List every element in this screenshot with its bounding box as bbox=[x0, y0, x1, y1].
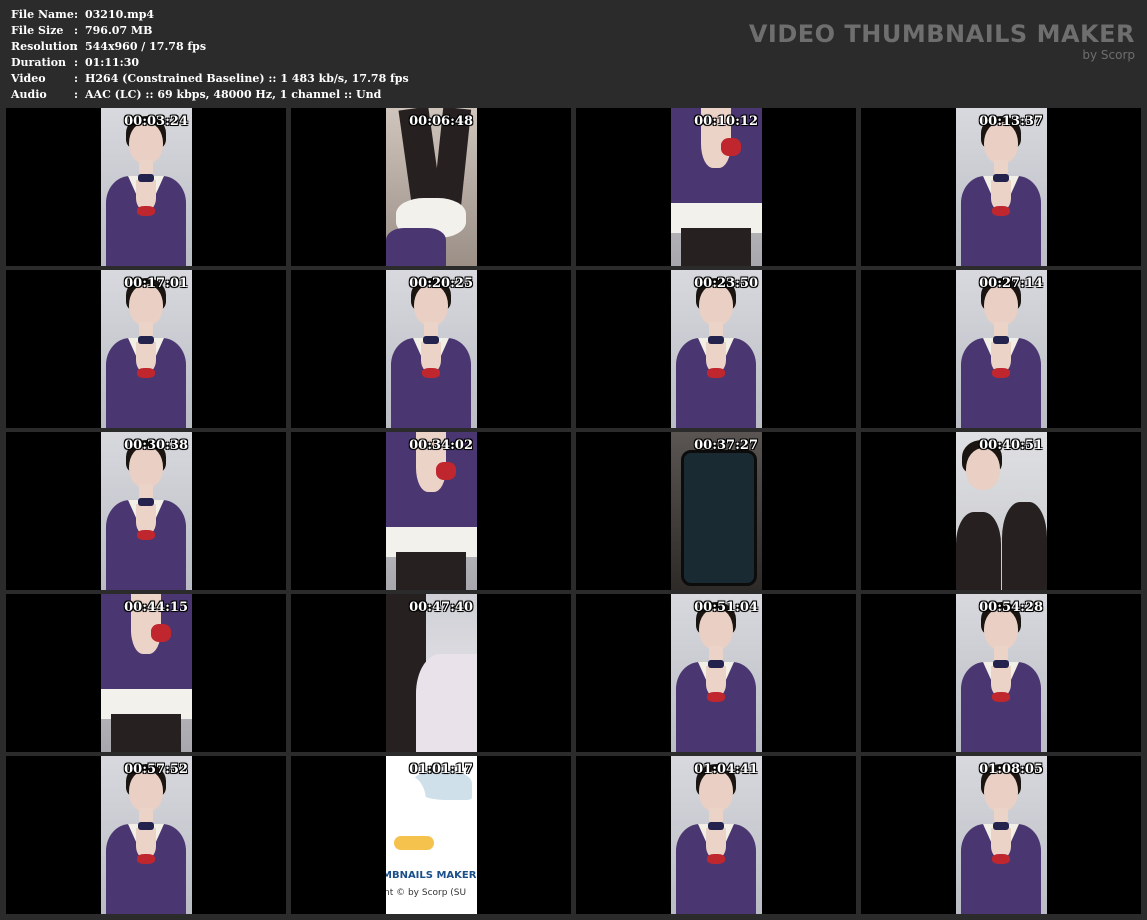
thumbnail-cell: 00:17:01 bbox=[6, 270, 286, 428]
metadata-separator: : bbox=[74, 8, 79, 21]
metadata-row: Audio: AAC (LC) :: 69 kbps, 48000 Hz, 1 c… bbox=[11, 87, 381, 103]
video-frame-image: 00:03:24 bbox=[101, 108, 192, 266]
timestamp-label: 00:51:04 bbox=[694, 600, 758, 615]
timestamp-label: 00:20:25 bbox=[409, 276, 473, 291]
info-header: File Name: 03210.mp4 File Size:796.07 MB Re… bbox=[0, 0, 1147, 108]
metadata-separator: : bbox=[74, 40, 79, 53]
timestamp-label: 00:13:37 bbox=[979, 114, 1043, 129]
video-frame-image: 00:34:02 bbox=[386, 432, 477, 590]
thumbnail-cell: 00:54:28 bbox=[861, 594, 1141, 752]
metadata-row: File Size:796.07 MB bbox=[11, 23, 152, 39]
video-frame-image: 00:27:14 bbox=[956, 270, 1047, 428]
brand-title: VIDEO THUMBNAILS MAKER bbox=[748, 20, 1135, 48]
metadata-row: Duration:01:11:30 bbox=[11, 55, 139, 71]
timestamp-label: 01:04:41 bbox=[694, 762, 758, 777]
thumbnail-cell: 00:47:40 bbox=[291, 594, 571, 752]
metadata-value: H264 (Constrained Baseline) :: 1 483 kb/… bbox=[85, 72, 409, 85]
thumbnail-cell: 00:40:51 bbox=[861, 432, 1141, 590]
metadata-separator: : bbox=[74, 88, 79, 101]
video-frame-image: 00:54:28 bbox=[956, 594, 1047, 752]
thumbnail-cell: 01:08:05 bbox=[861, 756, 1141, 914]
metadata-key: Resolution bbox=[11, 40, 78, 53]
metadata-key: Audio bbox=[11, 88, 47, 101]
timestamp-label: 00:37:27 bbox=[694, 438, 758, 453]
metadata-value: 544x960 / 17.78 fps bbox=[85, 40, 207, 53]
timestamp-label: 00:30:38 bbox=[124, 438, 188, 453]
thumbnail-cell: 00:06:48 bbox=[291, 108, 571, 266]
timestamp-label: 00:44:15 bbox=[124, 600, 188, 615]
video-frame-image: 00:47:40 bbox=[386, 594, 477, 752]
metadata-row: Resolution: 544x960 / 17.78 fps bbox=[11, 39, 206, 55]
timestamp-label: 00:57:52 bbox=[124, 762, 188, 777]
thumbnail-cell: 00:37:27 bbox=[576, 432, 856, 590]
video-frame-image: 00:57:52 bbox=[101, 756, 192, 914]
timestamp-label: 00:54:28 bbox=[979, 600, 1043, 615]
video-frame-image: 00:10:12 bbox=[671, 108, 762, 266]
video-frame-image: 00:17:01 bbox=[101, 270, 192, 428]
logo-credit: nt © by Scorp (SU bbox=[386, 888, 467, 898]
metadata-separator: : bbox=[74, 72, 79, 85]
video-frame-image: 00:44:15 bbox=[101, 594, 192, 752]
metadata-value: 03210.mp4 bbox=[85, 8, 155, 21]
thumbnail-cell: 00:13:37 bbox=[861, 108, 1141, 266]
thumbnail-cell: 00:34:02 bbox=[291, 432, 571, 590]
metadata-value: 796.07 MB bbox=[85, 24, 153, 37]
metadata-row: Video: H264 (Constrained Baseline) :: 1 4… bbox=[11, 71, 409, 87]
metadata-separator: : bbox=[74, 56, 79, 69]
thumbnail-cell: 00:20:25 bbox=[291, 270, 571, 428]
metadata-key: File Size bbox=[11, 24, 64, 37]
thumbnail-cell: 00:51:04 bbox=[576, 594, 856, 752]
metadata-row: File Name: 03210.mp4 bbox=[11, 7, 154, 23]
video-frame-image: 00:30:38 bbox=[101, 432, 192, 590]
timestamp-label: 00:10:12 bbox=[694, 114, 758, 129]
video-frame-image: 00:51:04 bbox=[671, 594, 762, 752]
metadata-value: AAC (LC) :: 69 kbps, 48000 Hz, 1 channel… bbox=[85, 88, 382, 101]
timestamp-label: 01:01:17 bbox=[409, 762, 473, 777]
timestamp-label: 00:23:50 bbox=[694, 276, 758, 291]
metadata-key: File Name bbox=[11, 8, 74, 21]
thumbnail-cell: 00:44:15 bbox=[6, 594, 286, 752]
thumbnail-cell: 01:04:41 bbox=[576, 756, 856, 914]
thumbnail-cell: MBNAILS MAKER 8 nt © by Scorp (SU 01:01:17 bbox=[291, 756, 571, 914]
timestamp-label: 00:06:48 bbox=[409, 114, 473, 129]
brand-watermark: VIDEO THUMBNAILS MAKER by Scorp bbox=[749, 20, 1135, 62]
thumbnail-cell: 00:30:38 bbox=[6, 432, 286, 590]
video-frame-image: 01:04:41 bbox=[671, 756, 762, 914]
metadata-key: Video bbox=[11, 72, 46, 85]
video-frame-image: 01:08:05 bbox=[956, 756, 1047, 914]
timestamp-label: 00:27:14 bbox=[979, 276, 1043, 291]
thumbnail-cell: 00:03:24 bbox=[6, 108, 286, 266]
video-frame-image: 00:13:37 bbox=[956, 108, 1047, 266]
logo-text: MBNAILS MAKER 8 bbox=[386, 870, 477, 881]
thumbnail-cell: 00:27:14 bbox=[861, 270, 1141, 428]
brand-subtitle: by Scorp bbox=[1082, 48, 1135, 62]
timestamp-label: 00:47:40 bbox=[409, 600, 473, 615]
thumbnail-cell: 00:57:52 bbox=[6, 756, 286, 914]
video-frame-image: MBNAILS MAKER 8 nt © by Scorp (SU 01:01:17 bbox=[386, 756, 477, 914]
video-frame-image: 00:37:27 bbox=[671, 432, 762, 590]
metadata-key: Duration bbox=[11, 56, 67, 69]
thumbnail-grid: 00:03:24 00:06:48 00:10:12 00:13:37 00:17:01… bbox=[6, 108, 1143, 918]
timestamp-label: 01:08:05 bbox=[979, 762, 1043, 777]
timestamp-label: 00:34:02 bbox=[409, 438, 473, 453]
video-frame-image: 00:40:51 bbox=[956, 432, 1047, 590]
video-frame-image: 00:23:50 bbox=[671, 270, 762, 428]
video-frame-image: 00:20:25 bbox=[386, 270, 477, 428]
video-frame-image: 00:06:48 bbox=[386, 108, 477, 266]
timestamp-label: 00:03:24 bbox=[124, 114, 188, 129]
timestamp-label: 00:17:01 bbox=[124, 276, 188, 291]
metadata-separator: : bbox=[74, 24, 79, 37]
thumbnail-cell: 00:10:12 bbox=[576, 108, 856, 266]
metadata-value: 01:11:30 bbox=[85, 56, 140, 69]
thumbnail-cell: 00:23:50 bbox=[576, 270, 856, 428]
timestamp-label: 00:40:51 bbox=[979, 438, 1043, 453]
